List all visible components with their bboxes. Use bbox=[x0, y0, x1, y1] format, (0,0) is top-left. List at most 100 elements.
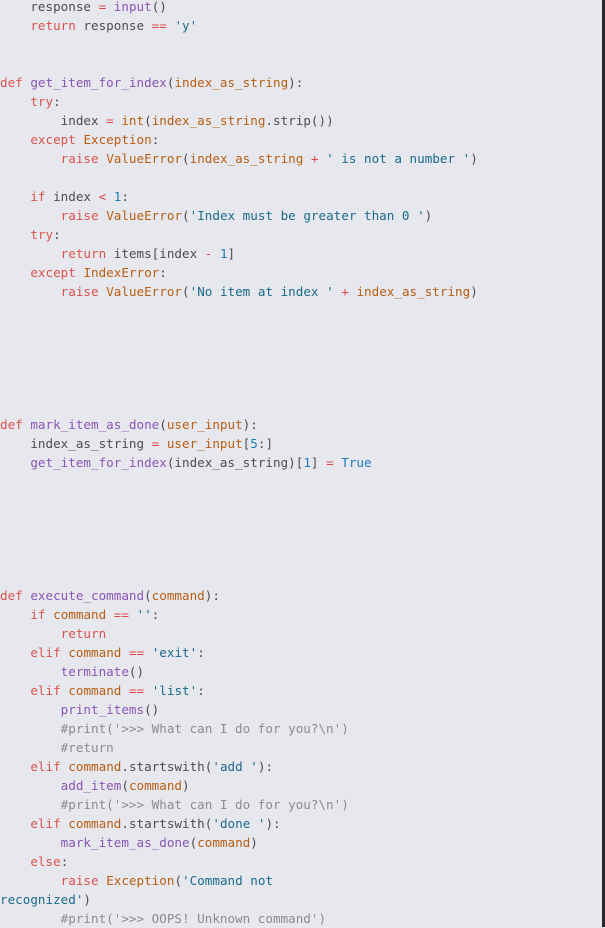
function-name-token: input bbox=[113, 0, 152, 14]
plain-token: ] bbox=[310, 455, 327, 470]
comment-token: #print('>>> OOPS! Unknown command') bbox=[60, 911, 327, 926]
identifier-token: Exception bbox=[83, 132, 152, 147]
function-name-token: mark_item_as_done bbox=[30, 417, 160, 432]
plain-token: ) bbox=[83, 892, 91, 907]
identifier-token: command bbox=[197, 835, 251, 850]
string-token: 'exit' bbox=[151, 645, 198, 660]
plain-token: : bbox=[53, 94, 61, 109]
function-name-token: execute_command bbox=[30, 588, 145, 603]
keyword-token: try bbox=[30, 227, 54, 242]
comment-token: #print('>>> What can I do for you?\n') bbox=[60, 797, 349, 812]
code-line: def execute_command(command): bbox=[0, 586, 602, 605]
operator-token: == bbox=[128, 645, 145, 660]
code-line: if index < 1: bbox=[0, 187, 602, 206]
string-token: 'Command not bbox=[182, 873, 274, 888]
string-token: 'No item at index ' bbox=[189, 284, 334, 299]
code-line: def get_item_for_index(index_as_string): bbox=[0, 73, 602, 92]
plain-token: : bbox=[159, 265, 167, 280]
code-line: index_as_string = user_input[5:] bbox=[0, 434, 602, 453]
keyword-token: raise bbox=[60, 284, 99, 299]
function-name-token: mark_item_as_done bbox=[60, 835, 190, 850]
keyword-token: def bbox=[0, 75, 23, 90]
identifier-token: command bbox=[68, 683, 122, 698]
keyword-token: def bbox=[0, 417, 23, 432]
code-listing[interactable]: response = input() return response == 'y… bbox=[0, 0, 602, 928]
plain-token: ( bbox=[121, 778, 129, 793]
keyword-token: else bbox=[30, 854, 61, 869]
string-token: 'done ' bbox=[212, 816, 266, 831]
plain-token: ( bbox=[182, 208, 190, 223]
string-token: 'add ' bbox=[212, 759, 258, 774]
code-line: try: bbox=[0, 92, 602, 111]
keyword-token: return bbox=[30, 18, 76, 33]
code-line: return bbox=[0, 624, 602, 643]
code-line: raise Exception('Command not bbox=[0, 871, 602, 890]
keyword-token: if bbox=[30, 607, 46, 622]
string-token: recognized' bbox=[0, 892, 84, 907]
plain-token: : bbox=[197, 683, 205, 698]
function-name-token: get_item_for_index bbox=[30, 75, 167, 90]
code-line: raise ValueError(index_as_string + ' is … bbox=[0, 149, 602, 168]
function-name-token: add_item bbox=[60, 778, 122, 793]
identifier-token: index_as_string bbox=[189, 151, 304, 166]
string-token: '' bbox=[136, 607, 152, 622]
plain-token: : bbox=[60, 854, 69, 869]
plain-token: response bbox=[75, 18, 152, 33]
identifier-token: ValueError bbox=[106, 284, 183, 299]
keyword-token: elif bbox=[30, 816, 61, 831]
code-line: #return bbox=[0, 738, 602, 757]
keyword-token: if bbox=[30, 189, 46, 204]
code-line: mark_item_as_done(command) bbox=[0, 833, 602, 852]
code-line: else: bbox=[0, 852, 602, 871]
code-line: try: bbox=[0, 225, 602, 244]
code-line: print_items() bbox=[0, 700, 602, 719]
code-line: except IndexError: bbox=[0, 263, 602, 282]
keyword-token: raise bbox=[60, 151, 99, 166]
code-line: raise ValueError('Index must be greater … bbox=[0, 206, 602, 225]
code-line: #print('>>> What can I do for you?\n') bbox=[0, 719, 602, 738]
identifier-token: command bbox=[53, 607, 107, 622]
operator-token: = bbox=[326, 455, 334, 470]
plain-token: index bbox=[0, 113, 107, 128]
code-block: response = input() return response == 'y… bbox=[0, 0, 605, 927]
plain-token: items[index bbox=[106, 246, 205, 261]
plain-token: : bbox=[53, 227, 61, 242]
plain-token: : bbox=[121, 189, 129, 204]
plain-token: : bbox=[197, 645, 205, 660]
string-token: 'list' bbox=[151, 683, 198, 698]
plain-token: () bbox=[144, 702, 160, 717]
plain-token: ) bbox=[424, 208, 433, 223]
plain-token: (index_as_string)[ bbox=[166, 455, 304, 470]
identifier-token: index_as_string bbox=[356, 284, 471, 299]
keyword-token: return bbox=[60, 246, 107, 261]
